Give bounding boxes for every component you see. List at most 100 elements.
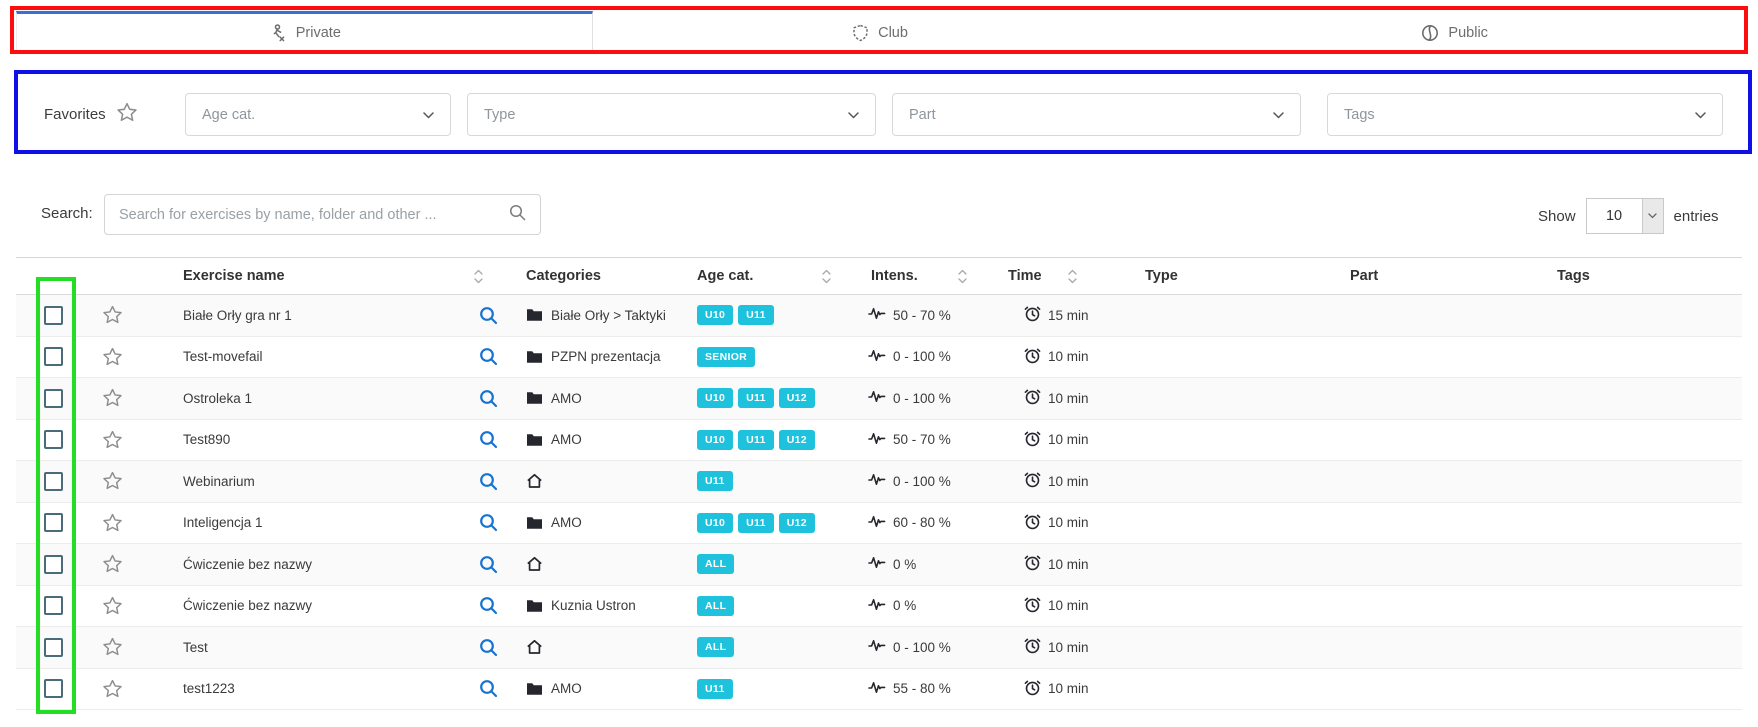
favorite-star-icon[interactable] <box>102 378 123 419</box>
intensity-pulse-icon <box>868 555 886 573</box>
folder-icon <box>526 682 543 696</box>
intensity-cell: 0 - 100 % <box>868 337 951 378</box>
age-cat-placeholder: Age cat. <box>202 107 423 123</box>
preview-search-icon[interactable] <box>479 544 498 585</box>
col-part[interactable]: Part <box>1350 258 1378 294</box>
col-exercise-name[interactable]: Exercise name <box>183 258 285 294</box>
time-cell: 10 min <box>1024 627 1089 668</box>
preview-search-icon[interactable] <box>479 461 498 502</box>
exercise-name[interactable]: Inteligencja 1 <box>183 503 263 544</box>
time-cell: 10 min <box>1024 503 1089 544</box>
preview-search-icon[interactable] <box>479 586 498 627</box>
col-type[interactable]: Type <box>1145 258 1178 294</box>
tags-filter-dropdown[interactable]: Tags <box>1327 93 1723 136</box>
favorite-star-icon[interactable] <box>102 295 123 336</box>
preview-search-icon[interactable] <box>479 337 498 378</box>
age-badges: U11 <box>697 461 733 502</box>
exercise-name[interactable]: Test-movefail <box>183 337 263 378</box>
tags-placeholder: Tags <box>1344 107 1695 123</box>
category-cell: AMO <box>526 378 582 419</box>
age-cat-filter-dropdown[interactable]: Age cat. <box>185 93 451 136</box>
exercise-name[interactable]: Ćwiczenie bez nazwy <box>183 544 312 585</box>
intensity-pulse-icon <box>868 431 886 449</box>
search-icon[interactable] <box>509 204 526 226</box>
favorites-star-icon[interactable] <box>116 102 138 127</box>
folder-icon <box>526 391 543 405</box>
category-label: AMO <box>551 515 582 530</box>
chevron-down-icon <box>1695 106 1706 124</box>
sort-icon[interactable] <box>958 258 967 294</box>
category-label: AMO <box>551 432 582 447</box>
row-checkbox[interactable] <box>44 472 63 491</box>
row-checkbox[interactable] <box>44 430 63 449</box>
exercise-name[interactable]: Test890 <box>183 420 230 461</box>
filter-bar: Favorites Age cat. Type Part <box>16 74 1750 152</box>
col-categories[interactable]: Categories <box>526 258 601 294</box>
row-checkbox[interactable] <box>44 638 63 657</box>
sort-icon[interactable] <box>474 258 483 294</box>
favorite-star-icon[interactable] <box>102 544 123 585</box>
time-clock-icon <box>1024 471 1041 491</box>
exercise-name[interactable]: Białe Orły gra nr 1 <box>183 295 292 336</box>
preview-search-icon[interactable] <box>479 503 498 544</box>
time-cell: 10 min <box>1024 544 1089 585</box>
age-badge: ALL <box>697 554 734 574</box>
intensity-pulse-icon <box>868 348 886 366</box>
row-checkbox[interactable] <box>44 679 63 698</box>
favorite-star-icon[interactable] <box>102 420 123 461</box>
favorite-star-icon[interactable] <box>102 461 123 502</box>
tab-private[interactable]: Private <box>16 11 593 51</box>
category-label: AMO <box>551 681 582 696</box>
exercise-name[interactable]: Webinarium <box>183 461 255 502</box>
time-cell: 10 min <box>1024 337 1089 378</box>
folder-icon <box>526 599 543 613</box>
row-checkbox[interactable] <box>44 596 63 615</box>
search-box <box>104 194 541 235</box>
type-filter-dropdown[interactable]: Type <box>467 93 876 136</box>
intensity-pulse-icon <box>868 472 886 490</box>
row-checkbox[interactable] <box>44 347 63 366</box>
intensity-cell: 0 % <box>868 544 916 585</box>
col-time[interactable]: Time <box>1008 258 1042 294</box>
exercise-library-page: Private Club Public Favorites <box>0 0 1758 727</box>
col-age-cat[interactable]: Age cat. <box>697 258 753 294</box>
search-label: Search: <box>41 205 93 222</box>
intensity-cell: 0 - 100 % <box>868 627 951 668</box>
row-checkbox[interactable] <box>44 555 63 574</box>
row-checkbox[interactable] <box>44 513 63 532</box>
preview-search-icon[interactable] <box>479 627 498 668</box>
age-badge: U12 <box>779 388 815 408</box>
exercise-name[interactable]: test1223 <box>183 669 235 710</box>
sort-icon[interactable] <box>1068 258 1077 294</box>
preview-search-icon[interactable] <box>479 420 498 461</box>
preview-search-icon[interactable] <box>479 669 498 710</box>
chevron-down-icon <box>1642 199 1663 233</box>
intensity-pulse-icon <box>868 306 886 324</box>
col-intensity[interactable]: Intens. <box>871 258 918 294</box>
favorite-star-icon[interactable] <box>102 586 123 627</box>
tab-public[interactable]: Public <box>1167 11 1742 51</box>
category-cell: AMO <box>526 669 582 710</box>
tab-club-label: Club <box>878 25 908 41</box>
chevron-down-icon <box>423 106 434 124</box>
row-checkbox[interactable] <box>44 306 63 325</box>
intensity-cell: 60 - 80 % <box>868 503 951 544</box>
sort-icon[interactable] <box>822 258 831 294</box>
tab-club[interactable]: Club <box>593 11 1168 51</box>
exercise-name[interactable]: Ostroleka 1 <box>183 378 252 419</box>
favorite-star-icon[interactable] <box>102 503 123 544</box>
col-tags[interactable]: Tags <box>1557 258 1590 294</box>
preview-search-icon[interactable] <box>479 295 498 336</box>
favorite-star-icon[interactable] <box>102 627 123 668</box>
search-input[interactable] <box>119 207 509 223</box>
favorite-star-icon[interactable] <box>102 337 123 378</box>
favorite-star-icon[interactable] <box>102 669 123 710</box>
row-checkbox[interactable] <box>44 389 63 408</box>
age-badges: ALL <box>697 627 734 668</box>
part-filter-dropdown[interactable]: Part <box>892 93 1301 136</box>
preview-search-icon[interactable] <box>479 378 498 419</box>
exercise-name[interactable]: Ćwiczenie bez nazwy <box>183 586 312 627</box>
exercise-name[interactable]: Test <box>183 627 208 668</box>
folder-icon <box>526 350 543 364</box>
entries-count-select[interactable]: 10 <box>1586 198 1664 234</box>
